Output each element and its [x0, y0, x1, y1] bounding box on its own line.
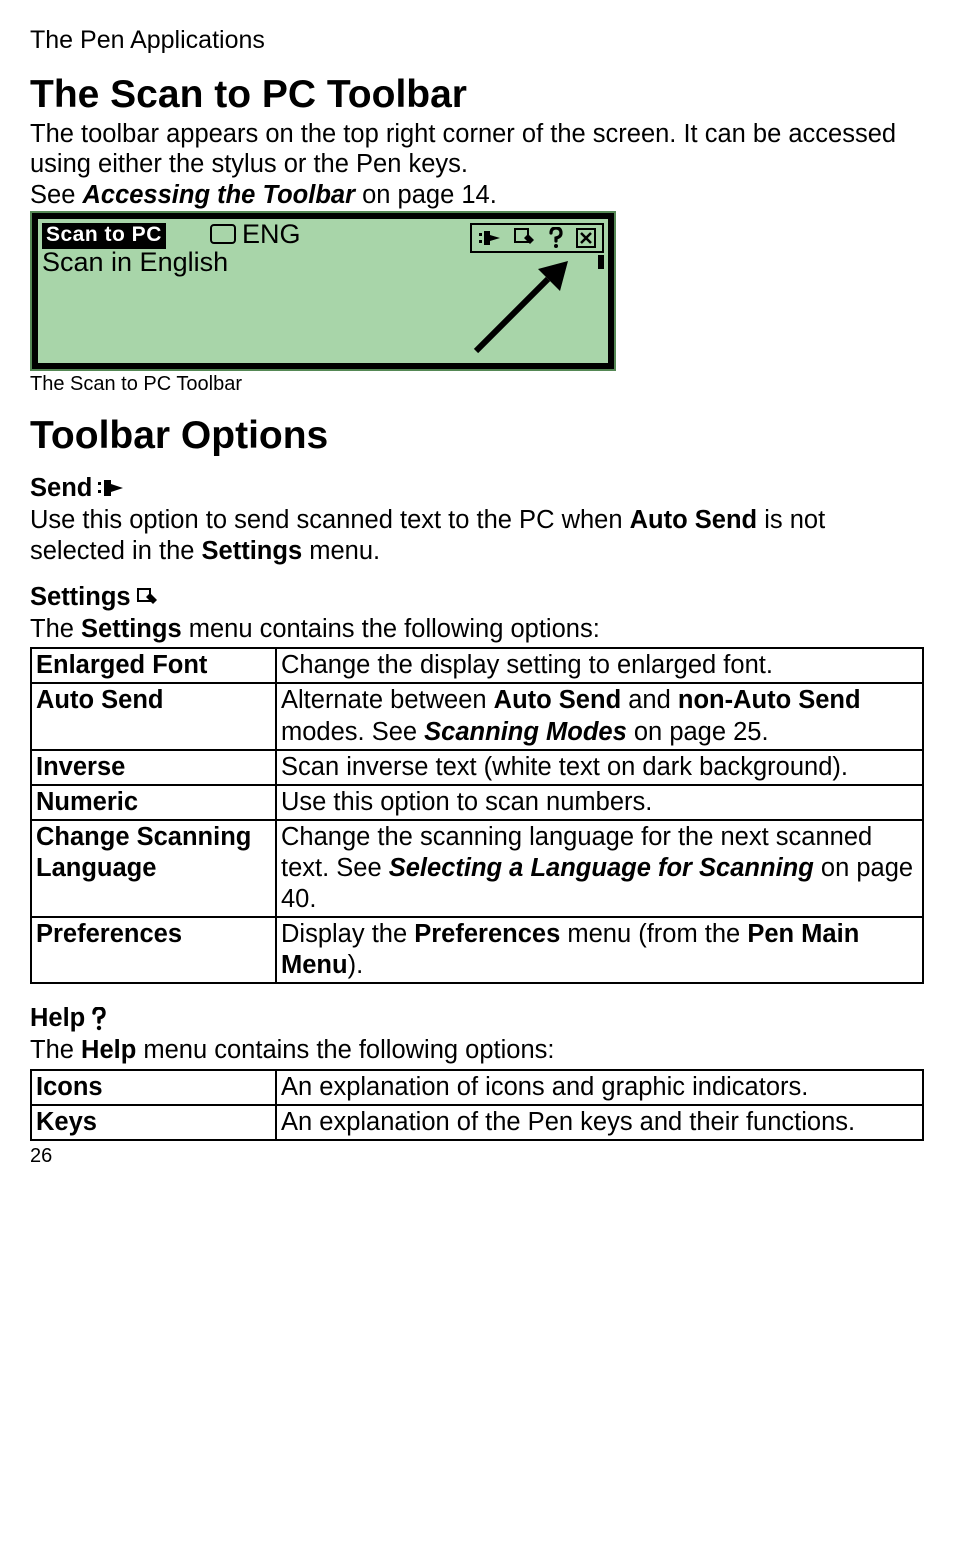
- cell-label: Numeric: [31, 785, 276, 820]
- help-icon: [91, 1007, 107, 1031]
- ref-post: on page 14.: [355, 181, 497, 209]
- cell-label: Icons: [31, 1070, 276, 1105]
- text-bold: Auto Send: [494, 686, 622, 714]
- pointer-arrow-graphic: [468, 257, 578, 357]
- text-bold: non-Auto Send: [678, 686, 861, 714]
- table-row: Inverse Scan inverse text (white text on…: [31, 750, 923, 785]
- subheading-settings-label: Settings: [30, 583, 131, 612]
- text-bold: Help: [81, 1036, 136, 1064]
- cell-desc: Display the Preferences menu (from the P…: [276, 917, 923, 983]
- intro-paragraph: The toolbar appears on the top right cor…: [30, 119, 924, 180]
- table-row: Icons An explanation of icons and graphi…: [31, 1070, 923, 1105]
- text: modes. See: [281, 718, 424, 746]
- ref-link-text: Accessing the Toolbar: [82, 181, 355, 209]
- device-caption: The Scan to PC Toolbar: [30, 373, 924, 396]
- settings-icon: [137, 588, 159, 608]
- text-bold: Settings: [202, 537, 303, 565]
- text: on page 25.: [627, 718, 769, 746]
- send-description: Use this option to send scanned text to …: [30, 505, 924, 567]
- scroll-indicator: [598, 255, 604, 269]
- cell-label: Auto Send: [31, 683, 276, 749]
- cell-desc: Change the display setting to enlarged f…: [276, 648, 923, 683]
- settings-table: Enlarged Font Change the display setting…: [30, 647, 924, 984]
- text: menu contains the following options:: [182, 615, 600, 643]
- cell-label: Preferences: [31, 917, 276, 983]
- subheading-help-label: Help: [30, 1004, 85, 1033]
- cell-desc: Use this option to scan numbers.: [276, 785, 923, 820]
- text-bold: Preferences: [414, 920, 560, 948]
- device-language-indicator: ENG: [210, 219, 301, 250]
- help-icon: [548, 227, 564, 249]
- settings-icon: [514, 228, 536, 248]
- text: The: [30, 1036, 81, 1064]
- running-header: The Pen Applications: [30, 26, 924, 55]
- text: Display the: [281, 920, 414, 948]
- text: ).: [348, 951, 364, 979]
- cell-desc: An explanation of icons and graphic indi…: [276, 1070, 923, 1105]
- text: The: [30, 615, 81, 643]
- ref-pre: See: [30, 181, 82, 209]
- cell-desc: Alternate between Auto Send and non-Auto…: [276, 683, 923, 749]
- cell-label: Inverse: [31, 750, 276, 785]
- help-table: Icons An explanation of icons and graphi…: [30, 1069, 924, 1141]
- heading-scan-to-pc-toolbar: The Scan to PC Toolbar: [30, 73, 924, 117]
- send-icon: [98, 479, 124, 497]
- text: Use this option to send scanned text to …: [30, 506, 630, 534]
- text: Alternate between: [281, 686, 494, 714]
- text: menu.: [302, 537, 380, 565]
- settings-intro: The Settings menu contains the following…: [30, 614, 924, 645]
- heading-toolbar-options: Toolbar Options: [30, 414, 924, 458]
- text: menu (from the: [560, 920, 747, 948]
- device-screenshot: Scan to PC ENG Scan in English: [30, 211, 924, 371]
- subheading-settings: Settings: [30, 583, 924, 612]
- subheading-send: Send: [30, 474, 924, 503]
- speech-bubble-icon: [210, 224, 236, 244]
- cell-desc: An explanation of the Pen keys and their…: [276, 1105, 923, 1140]
- text-bold: Auto Send: [630, 506, 758, 534]
- subheading-send-label: Send: [30, 474, 92, 503]
- cell-desc: Change the scanning language for the nex…: [276, 820, 923, 917]
- cell-label: Keys: [31, 1105, 276, 1140]
- table-row: Enlarged Font Change the display setting…: [31, 648, 923, 683]
- device-subtitle: Scan in English: [42, 247, 228, 278]
- table-row: Change Scanning Language Change the scan…: [31, 820, 923, 917]
- table-row: Preferences Display the Preferences menu…: [31, 917, 923, 983]
- cell-desc: Scan inverse text (white text on dark ba…: [276, 750, 923, 785]
- help-intro: The Help menu contains the following opt…: [30, 1035, 924, 1066]
- text: menu contains the following options:: [136, 1036, 554, 1064]
- cell-label: Enlarged Font: [31, 648, 276, 683]
- subheading-help: Help: [30, 1004, 924, 1033]
- device-language-text: ENG: [242, 219, 301, 250]
- table-row: Numeric Use this option to scan numbers.: [31, 785, 923, 820]
- text-bold-italic: Scanning Modes: [424, 718, 627, 746]
- device-app-title: Scan to PC: [42, 223, 166, 249]
- text-bold: Settings: [81, 615, 182, 643]
- ref-line: See Accessing the Toolbar on page 14.: [30, 180, 924, 211]
- device-toolbar: [470, 223, 604, 253]
- send-icon: [478, 228, 502, 248]
- page-number: 26: [30, 1145, 924, 1168]
- text: and: [621, 686, 678, 714]
- text-bold-italic: Selecting a Language for Scanning: [389, 854, 814, 882]
- table-row: Keys An explanation of the Pen keys and …: [31, 1105, 923, 1140]
- close-icon: [576, 228, 596, 248]
- cell-label: Change Scanning Language: [31, 820, 276, 917]
- table-row: Auto Send Alternate between Auto Send an…: [31, 683, 923, 749]
